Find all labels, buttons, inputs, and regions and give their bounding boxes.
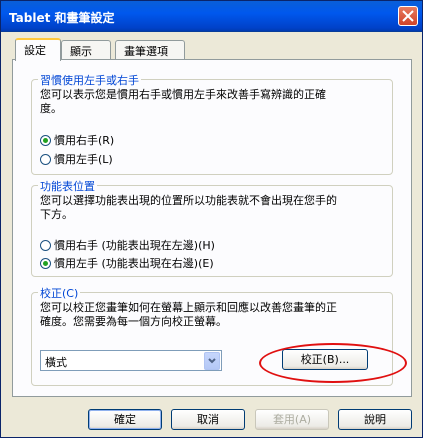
- window-title: Tablet 和畫筆設定: [9, 11, 115, 25]
- ok-button[interactable]: 確定: [88, 409, 162, 430]
- desc-line: 度。: [40, 102, 62, 115]
- apply-button[interactable]: 套用(A): [255, 409, 329, 430]
- menu-right-handed-radio[interactable]: 慣用右手 (功能表出現在左邊)(H): [40, 237, 215, 253]
- button-label: 取消: [197, 413, 219, 426]
- calibrate-description: 您可以校正您畫筆如何在螢幕上顯示和回應以改善您畫筆的正 確度。您需要為每一個方向…: [40, 301, 337, 329]
- calibrate-title: 校正(C): [38, 285, 81, 301]
- orientation-select[interactable]: 橫式: [40, 350, 222, 371]
- button-label: 套用(A): [272, 413, 312, 426]
- right-handed-radio[interactable]: 慣用右手(R): [40, 132, 114, 148]
- desc-line: 您可以選擇功能表出現的位置所以功能表就不會出現在您手的: [40, 194, 337, 207]
- tab-label: 設定: [24, 44, 46, 57]
- select-value: 橫式: [45, 356, 67, 369]
- close-button[interactable]: [398, 6, 418, 26]
- tab-pen-options[interactable]: 畫筆選項: [115, 40, 185, 60]
- handedness-title: 習慣使用左手或右手: [38, 72, 141, 88]
- button-label: 說明: [364, 413, 386, 426]
- menu-location-group: 功能表位置 您可以選擇功能表出現的位置所以功能表就不會出現在您手的 下方。 慣用…: [31, 178, 393, 277]
- radio-label: 慣用左手 (功能表出現在右邊)(E): [54, 257, 214, 270]
- tab-display[interactable]: 顯示: [61, 40, 111, 60]
- handedness-description: 您可以表示您是慣用右手或慣用左手來改善手寫辨識的正確 度。: [40, 88, 326, 116]
- close-icon: [402, 10, 414, 22]
- menu-left-handed-radio[interactable]: 慣用左手 (功能表出現在右邊)(E): [40, 255, 214, 271]
- radio-unselected-icon: [40, 239, 51, 251]
- left-handed-radio[interactable]: 慣用左手(L): [40, 151, 113, 167]
- radio-unselected-icon: [40, 153, 51, 165]
- help-button[interactable]: 說明: [338, 409, 412, 430]
- dialog-window: Tablet 和畫筆設定 設定 顯示 畫筆選項 習慣使用左手或右手 您可以表示您…: [0, 0, 423, 438]
- button-label: 確定: [114, 413, 136, 426]
- radio-label: 慣用右手 (功能表出現在左邊)(H): [54, 239, 215, 252]
- cancel-button[interactable]: 取消: [171, 409, 245, 430]
- menu-location-title: 功能表位置: [38, 178, 97, 194]
- radio-label: 慣用右手(R): [54, 134, 115, 147]
- radio-label: 慣用左手(L): [54, 153, 113, 166]
- menu-location-description: 您可以選擇功能表出現的位置所以功能表就不會出現在您手的 下方。: [40, 194, 337, 222]
- radio-selected-icon: [40, 257, 51, 269]
- highlight-ring: [259, 343, 407, 383]
- radio-selected-icon: [40, 134, 51, 146]
- tab-settings[interactable]: 設定: [15, 38, 61, 61]
- desc-line: 下方。: [40, 208, 73, 221]
- tab-label: 顯示: [70, 45, 92, 58]
- desc-line: 您可以校正您畫筆如何在螢幕上顯示和回應以改善您畫筆的正: [40, 301, 337, 314]
- title-bar[interactable]: Tablet 和畫筆設定: [1, 1, 422, 32]
- handedness-group: 習慣使用左手或右手 您可以表示您是慣用右手或慣用左手來改善手寫辨識的正確 度。 …: [31, 72, 393, 175]
- desc-line: 您可以表示您是慣用右手或慣用左手來改善手寫辨識的正確: [40, 88, 326, 101]
- desc-line: 確度。您需要為每一個方向校正螢幕。: [40, 315, 227, 328]
- chevron-down-icon[interactable]: [204, 352, 220, 370]
- tab-label: 畫筆選項: [124, 45, 168, 58]
